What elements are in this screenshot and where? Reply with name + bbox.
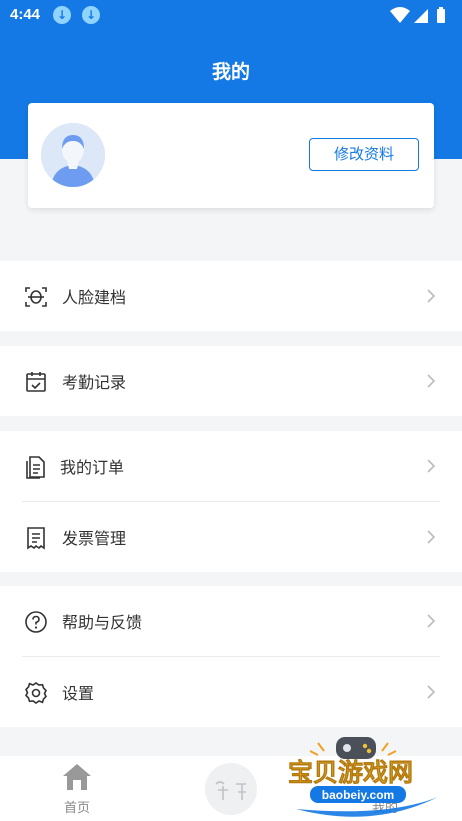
edit-profile-button[interactable]: 修改资料: [309, 138, 419, 171]
wifi-icon: [390, 7, 410, 23]
menu-item-help[interactable]: 帮助与反馈: [0, 586, 462, 656]
menu-group-attendance: 考勤记录: [0, 346, 462, 416]
status-icons: [390, 7, 445, 23]
face-scan-icon: [25, 287, 47, 307]
calendar-check-icon: [26, 372, 46, 392]
menu-item-label: 我的订单: [60, 458, 125, 477]
tab-study[interactable]: [181, 756, 281, 821]
menu-group-support: 帮助与反馈 设置: [0, 586, 462, 727]
home-icon: [63, 764, 91, 790]
chevron-right-icon: [427, 289, 436, 303]
svg-text:宝贝游戏网: 宝贝游戏网: [288, 758, 413, 787]
signal-icon: [414, 9, 428, 23]
download-icon: ↓: [53, 6, 71, 24]
page-title: 我的: [211, 61, 250, 83]
site-watermark-logo: 宝贝游戏网 baobeiy.com: [288, 737, 438, 817]
document-icon: [26, 456, 45, 479]
menu-item-face-record[interactable]: 人脸建档: [0, 261, 462, 331]
menu-item-orders[interactable]: 我的订单: [0, 431, 462, 501]
status-bar: 4:44 ↓ ↓: [0, 0, 462, 30]
menu-group-face: 人脸建档: [0, 261, 462, 331]
chevron-right-icon: [427, 685, 436, 699]
tab-label: 首页: [63, 801, 90, 816]
menu-item-attendance[interactable]: 考勤记录: [0, 346, 462, 416]
profile-card: 修改资料: [28, 103, 434, 208]
chevron-right-icon: [427, 374, 436, 388]
chevron-right-icon: [427, 614, 436, 628]
menu-group-orders: 我的订单 发票管理: [0, 431, 462, 572]
avatar[interactable]: [41, 123, 105, 187]
battery-icon: [437, 9, 445, 23]
chevron-right-icon: [427, 459, 436, 473]
menu-item-label: 帮助与反馈: [62, 613, 143, 632]
menu-item-label: 考勤记录: [62, 373, 127, 392]
study-icon: [205, 763, 257, 815]
menu-item-settings[interactable]: 设置: [0, 657, 462, 727]
download-icon: ↓: [82, 6, 100, 24]
receipt-icon: [27, 527, 45, 550]
menu-item-label: 设置: [62, 684, 95, 703]
status-time: 4:44: [10, 6, 41, 23]
menu-item-label: 发票管理: [62, 529, 127, 548]
menu-item-label: 人脸建档: [62, 288, 127, 307]
svg-text:baobeiy.com: baobeiy.com: [322, 788, 394, 802]
help-icon: [25, 611, 47, 633]
chevron-right-icon: [427, 530, 436, 544]
tab-home[interactable]: 首页: [27, 756, 127, 821]
user-avatar-icon: [41, 123, 105, 187]
gear-icon: [25, 682, 47, 704]
menu-item-invoices[interactable]: 发票管理: [0, 502, 462, 572]
